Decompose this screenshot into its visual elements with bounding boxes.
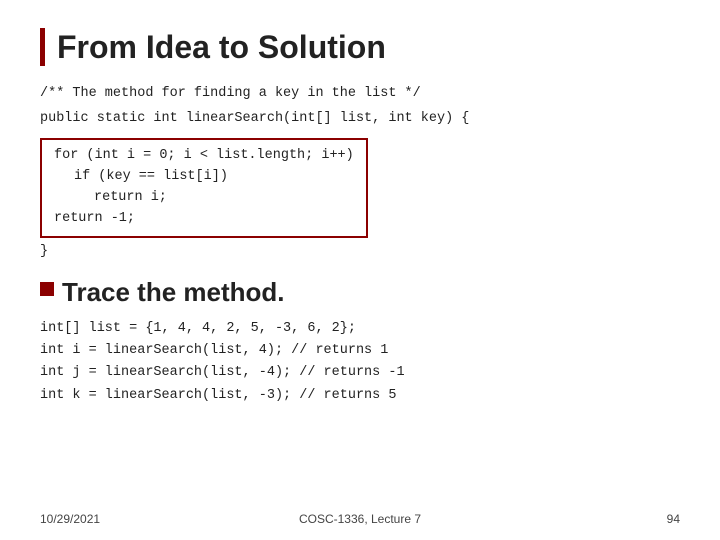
code-box: for (int i = 0; i < list.length; i++) if…	[40, 138, 368, 238]
slide: From Idea to Solution /** The method for…	[0, 0, 720, 540]
bullet-label: Trace the method.	[62, 277, 285, 308]
footer-page: 94	[600, 512, 680, 526]
trace-line-3: int j = linearSearch(list, -4); // retur…	[40, 362, 680, 384]
code-line-3: return i;	[54, 188, 354, 209]
trace-code-block: int[] list = {1, 4, 4, 2, 5, -3, 6, 2}; …	[40, 318, 680, 407]
footer-date: 10/29/2021	[40, 512, 120, 526]
footer-course: COSC-1336, Lecture 7	[120, 512, 600, 526]
comment-line: /** The method for finding a key in the …	[40, 84, 680, 105]
code-line-4: return -1;	[54, 209, 354, 230]
footer: 10/29/2021 COSC-1336, Lecture 7 94	[40, 512, 680, 526]
trace-line-1: int[] list = {1, 4, 4, 2, 5, -3, 6, 2};	[40, 318, 680, 340]
bullet-square-icon	[40, 282, 54, 296]
public-line: public static int linearSearch(int[] lis…	[40, 109, 680, 130]
slide-title: From Idea to Solution	[40, 28, 680, 66]
trace-line-4: int k = linearSearch(list, -3); // retur…	[40, 385, 680, 407]
trace-line-2: int i = linearSearch(list, 4); // return…	[40, 340, 680, 362]
code-line-2: if (key == list[i])	[54, 167, 354, 188]
code-line-1: for (int i = 0; i < list.length; i++)	[54, 146, 354, 167]
closing-brace: }	[40, 242, 680, 263]
bullet-section: Trace the method.	[40, 277, 680, 308]
